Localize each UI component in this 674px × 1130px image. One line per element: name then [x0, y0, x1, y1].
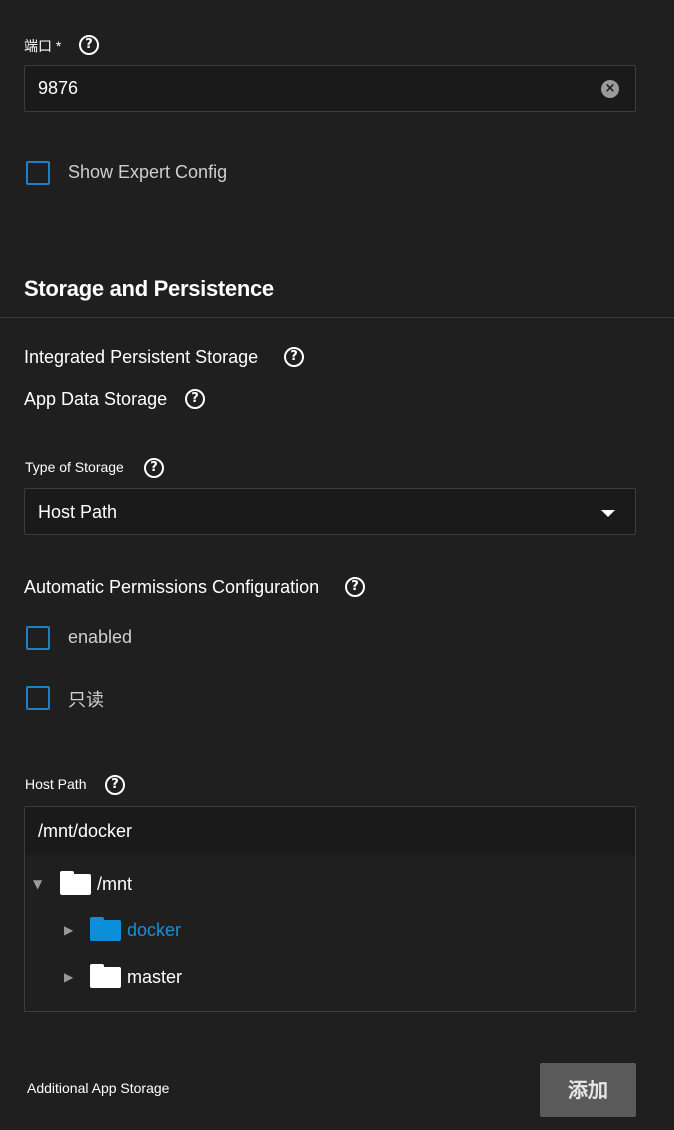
- tree-node-docker[interactable]: docker: [127, 920, 181, 941]
- port-label-text: 端口: [24, 38, 52, 54]
- section-title-storage: Storage and Persistence: [24, 276, 274, 301]
- folder-icon: [90, 917, 121, 941]
- host-path-input-value: /mnt/docker: [38, 821, 133, 841]
- show-expert-config-label[interactable]: Show Expert Config: [68, 162, 227, 183]
- host-path-label: Host Path: [25, 776, 87, 792]
- type-of-storage-help-icon[interactable]: ?: [144, 458, 164, 478]
- expand-arrow-icon[interactable]: ▼: [33, 877, 42, 891]
- readonly-checkbox-label[interactable]: 只读: [68, 686, 104, 712]
- collapse-arrow-icon[interactable]: ▶: [64, 970, 73, 984]
- enabled-checkbox-label[interactable]: enabled: [68, 627, 132, 648]
- auto-permissions-label: Automatic Permissions Configuration: [24, 577, 320, 597]
- app-data-storage-help-icon[interactable]: ?: [185, 389, 205, 409]
- show-expert-config-checkbox[interactable]: [26, 161, 50, 185]
- type-of-storage-value: Host Path: [38, 502, 118, 522]
- integrated-storage-label: Integrated Persistent Storage: [24, 347, 259, 367]
- collapse-arrow-icon[interactable]: ▶: [64, 923, 73, 937]
- enabled-checkbox[interactable]: [26, 626, 50, 650]
- required-marker: *: [55, 38, 62, 54]
- directory-tree: ▼ /mnt ▶ docker ▶ master: [24, 855, 636, 1012]
- additional-app-storage-label: Additional App Storage: [27, 1080, 170, 1096]
- readonly-checkbox[interactable]: [26, 686, 50, 710]
- port-help-icon[interactable]: ?: [79, 35, 99, 55]
- port-label: 端口 *: [24, 36, 61, 56]
- host-path-input[interactable]: /mnt/docker: [24, 806, 636, 856]
- tree-node-mnt[interactable]: /mnt: [97, 874, 132, 895]
- folder-icon: [90, 964, 121, 988]
- port-input-value: 9876: [38, 78, 79, 98]
- section-divider: [0, 317, 674, 318]
- auto-permissions-help-icon[interactable]: ?: [345, 577, 365, 597]
- tree-node-master[interactable]: master: [127, 967, 182, 988]
- app-data-storage-label: App Data Storage: [24, 389, 168, 409]
- add-button[interactable]: 添加: [540, 1063, 636, 1117]
- folder-icon: [60, 871, 91, 895]
- clear-icon[interactable]: ×: [601, 80, 619, 98]
- chevron-down-icon[interactable]: [601, 510, 615, 517]
- host-path-help-icon[interactable]: ?: [105, 775, 125, 795]
- type-of-storage-select[interactable]: Host Path: [24, 488, 636, 535]
- type-of-storage-label: Type of Storage: [25, 459, 124, 475]
- integrated-storage-help-icon[interactable]: ?: [284, 347, 304, 367]
- port-input[interactable]: 9876 ×: [24, 65, 636, 112]
